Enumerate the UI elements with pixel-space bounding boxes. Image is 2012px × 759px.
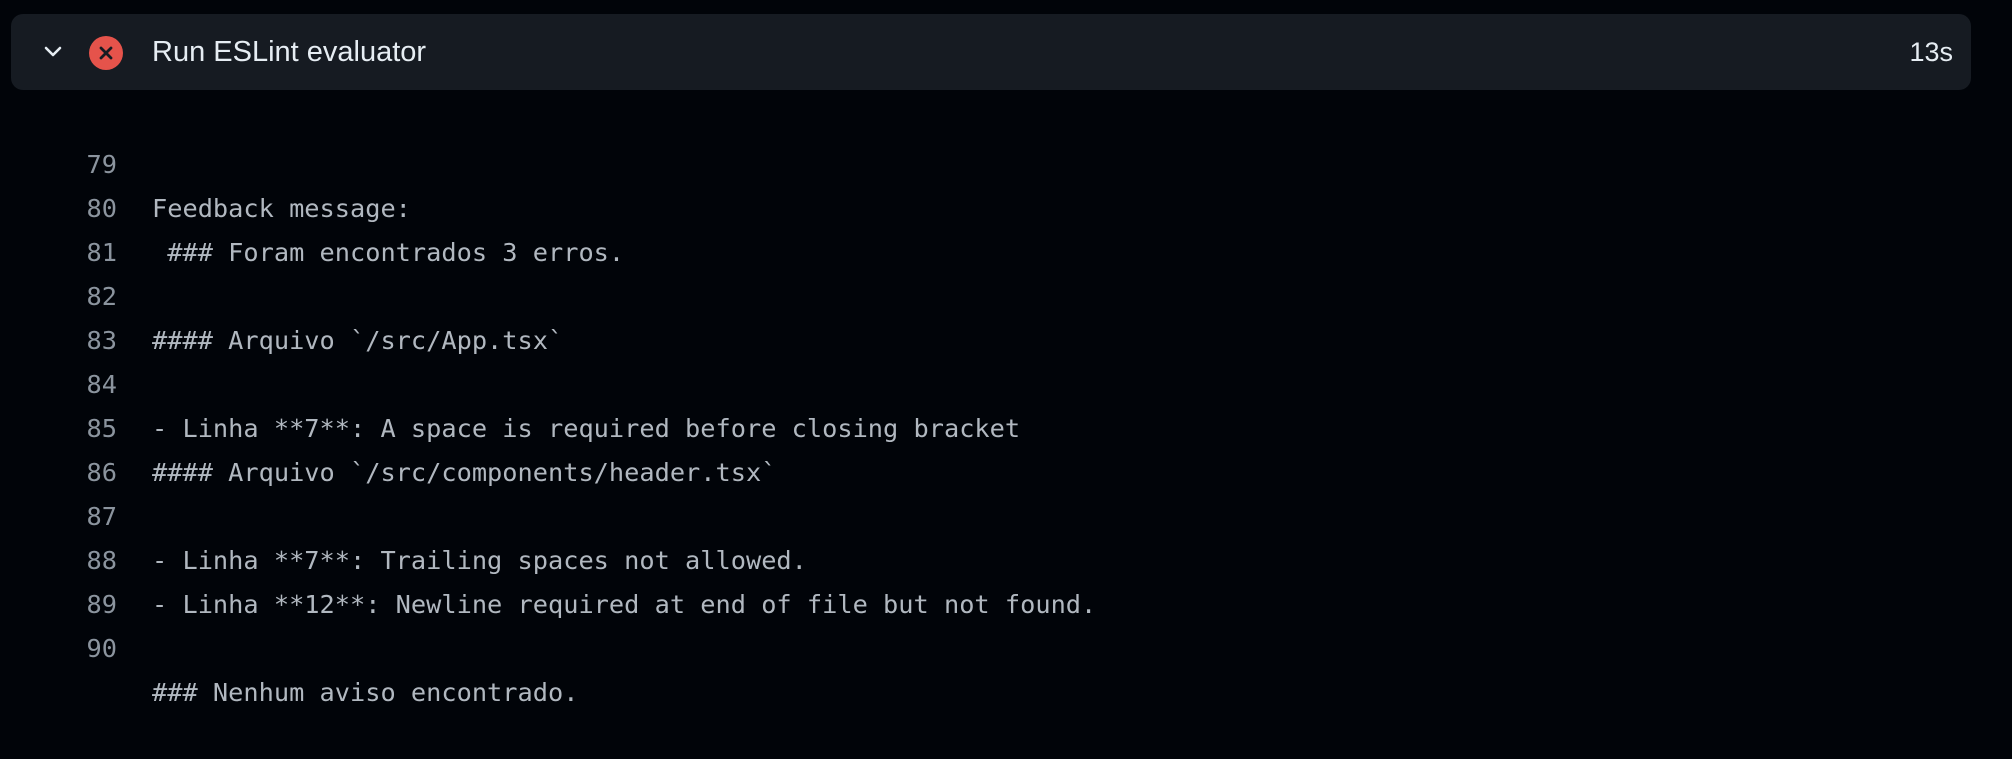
log-line: 81: [0, 187, 1975, 267]
log-line: 87 - Linha **7**: Trailing spaces not al…: [0, 451, 1975, 575]
log-line: 90 ### Nenhum aviso encontrado.: [0, 583, 1975, 707]
line-number[interactable]: 90: [0, 627, 117, 671]
step-title: Run ESLint evaluator: [152, 36, 427, 68]
log-line: 89: [0, 539, 1975, 619]
log-output: 79 Feedback message: 80 ### Foram encont…: [0, 99, 1975, 707]
step-header[interactable]: Run ESLint evaluator 13s: [11, 14, 1971, 90]
log-line: 85 #### Arquivo `/src/components/header.…: [0, 363, 1975, 487]
chevron-down-icon[interactable]: [39, 38, 67, 66]
step-duration: 13s: [1909, 37, 1953, 67]
log-line: 82 #### Arquivo `/src/App.tsx`: [0, 231, 1975, 355]
log-line: 83: [0, 275, 1975, 355]
log-line: 80 ### Foram encontrados 3 erros.: [0, 143, 1975, 267]
log-line: 84 - Linha **7**: A space is required be…: [0, 319, 1975, 443]
line-text: ### Nenhum aviso encontrado.: [152, 678, 579, 707]
log-line: 86: [0, 407, 1975, 487]
log-line: 79 Feedback message:: [0, 99, 1975, 223]
log-line: 88 - Linha **12**: Newline required at e…: [0, 495, 1975, 619]
x-circle-icon: [89, 36, 123, 70]
